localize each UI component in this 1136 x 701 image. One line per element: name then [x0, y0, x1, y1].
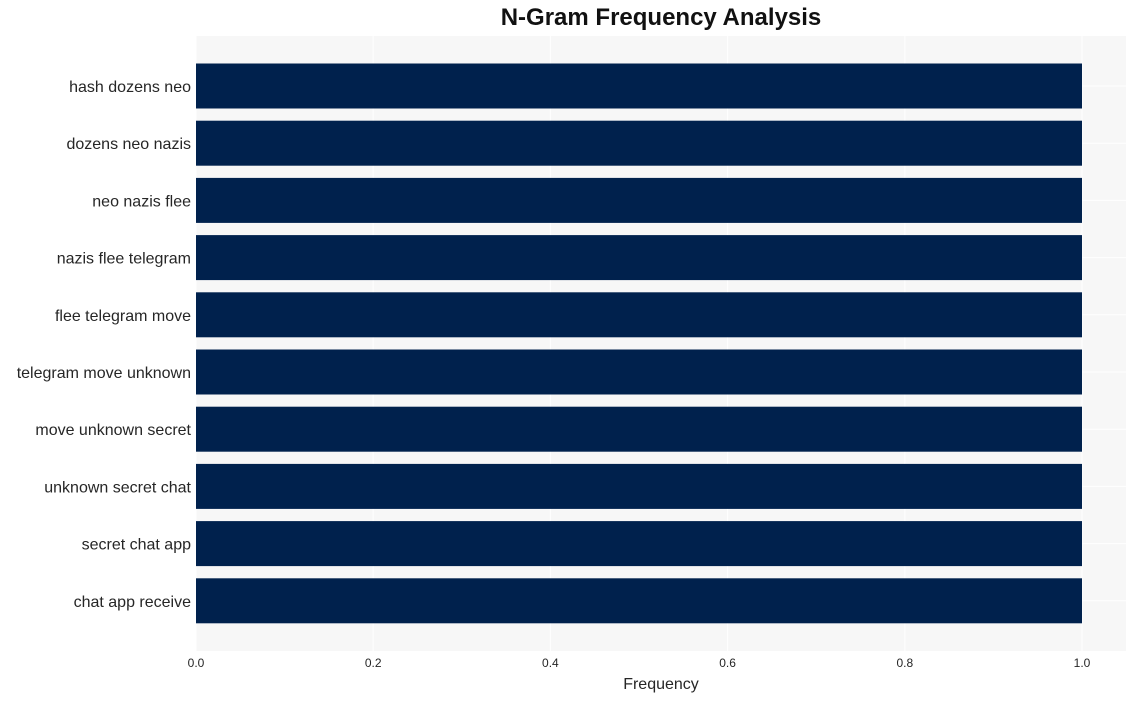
bar [196, 578, 1082, 624]
x-tick-labels: 0.0 0.2 0.4 0.6 0.8 1.0 [188, 656, 1091, 670]
bar [196, 463, 1082, 509]
x-tick-label: 0.0 [188, 656, 205, 670]
y-tick-label: chat app receive [74, 594, 192, 611]
y-tick-label: flee telegram move [55, 308, 191, 325]
x-tick-label: 0.2 [365, 656, 382, 670]
x-axis-label: Frequency [623, 676, 699, 693]
y-tick-label: telegram move unknown [17, 365, 191, 382]
x-tick-label: 0.6 [719, 656, 736, 670]
y-tick-label: unknown secret chat [44, 479, 191, 496]
bar [196, 177, 1082, 223]
bar [196, 521, 1082, 567]
y-tick-label: neo nazis flee [92, 193, 191, 210]
y-tick-labels: hash dozens neo dozens neo nazis neo nazis… [17, 79, 192, 611]
bar [196, 235, 1082, 281]
y-tick-label: move unknown secret [35, 422, 191, 439]
bar [196, 292, 1082, 338]
x-tick-label: 1.0 [1074, 656, 1091, 670]
bar [196, 120, 1082, 166]
y-tick-label: secret chat app [82, 537, 192, 554]
x-tick-label: 0.8 [896, 656, 913, 670]
y-tick-label: nazis flee telegram [57, 251, 191, 268]
y-tick-label: dozens neo nazis [66, 136, 191, 153]
x-tick-label: 0.4 [542, 656, 559, 670]
y-tick-label: hash dozens neo [69, 79, 191, 96]
bar [196, 63, 1082, 109]
bar-chart: hash dozens neo dozens neo nazis neo nazis… [17, 36, 1126, 693]
bar [196, 349, 1082, 395]
bar [196, 406, 1082, 452]
